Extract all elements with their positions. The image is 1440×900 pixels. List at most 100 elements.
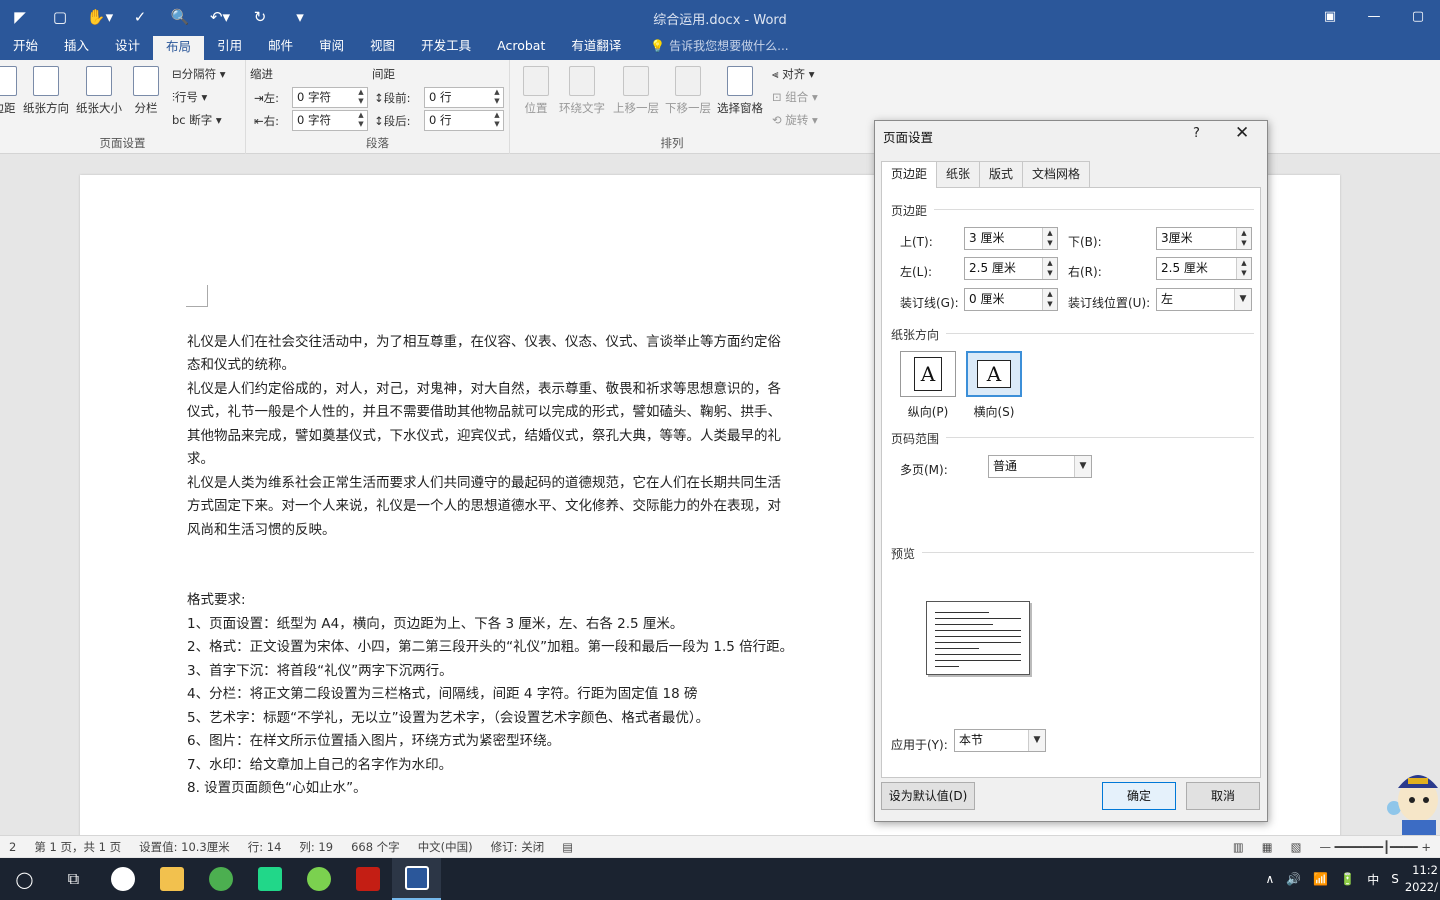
requirement-6[interactable]: 6、图片：在样文所示位置插入图片，环绕方式为紧密型环绕。 <box>187 730 560 754</box>
status-word-count[interactable]: 668 个字 <box>342 839 409 855</box>
macro-record-icon[interactable]: ▤ <box>553 840 582 854</box>
requirement-2[interactable]: 2、格式：正文设置为宋体、小四，第二第三段开头的“礼仪”加粗。第一段和最后一段为… <box>187 636 793 660</box>
spin-arrows-icon[interactable]: ▲ ▼ <box>1236 258 1251 279</box>
tab-layout-dialog[interactable]: 版式 <box>979 161 1024 187</box>
zoom-slider[interactable]: — ━━━━━━━┃━━━━ + <box>1310 840 1440 854</box>
status-page[interactable]: 第 1 页，共 1 页 <box>25 839 130 855</box>
status-line[interactable]: 行: 14 <box>239 839 291 855</box>
spin-arrows-icon[interactable]: ▲ ▼ <box>491 111 503 130</box>
requirement-5[interactable]: 5、艺术字：标题“不学礼，无以立”设置为艺术字，（会设置艺术字颜色、格式者最优）… <box>187 707 709 731</box>
network-icon[interactable]: 📶 <box>1307 872 1334 886</box>
sogou-icon[interactable]: S <box>1385 872 1405 886</box>
tab-references[interactable]: 引用 <box>204 34 255 60</box>
spin-arrows-icon[interactable]: ▲ ▼ <box>1236 228 1251 249</box>
tab-review[interactable]: 审阅 <box>306 34 357 60</box>
tab-document-grid[interactable]: 文档网格 <box>1022 161 1091 187</box>
tab-margins[interactable]: 页边距 <box>881 161 938 188</box>
indent-left-input[interactable]: 0 字符 ▲ ▼ <box>292 87 368 108</box>
status-column[interactable]: 列: 19 <box>290 839 342 855</box>
tab-design[interactable]: 设计 <box>102 34 153 60</box>
bring-forward-button[interactable]: 上移一层 <box>610 64 662 116</box>
file-explorer-icon[interactable] <box>147 858 196 900</box>
status-section[interactable]: 2 <box>0 840 25 854</box>
minimize-icon[interactable]: — <box>1352 0 1396 34</box>
tab-paper[interactable]: 纸张 <box>936 161 981 187</box>
maximize-icon[interactable]: ▢ <box>1396 0 1440 34</box>
ime-indicator[interactable]: 中 <box>1361 871 1385 888</box>
tab-youdao[interactable]: 有道翻译 <box>558 34 634 60</box>
selection-pane-button[interactable]: 选择窗格 <box>714 64 766 116</box>
bottom-margin-input[interactable]: 3厘米 ▲ ▼ <box>1156 227 1252 250</box>
spin-arrows-icon[interactable]: ▲ ▼ <box>1042 228 1057 249</box>
orientation-button[interactable]: 纸张方向 <box>20 64 72 116</box>
spin-arrows-icon[interactable]: ▲ ▼ <box>491 88 503 107</box>
pycharm-icon[interactable] <box>245 858 294 900</box>
spin-arrows-icon[interactable]: ▲ ▼ <box>355 111 367 130</box>
rotate-button[interactable]: ⟲ 旋转 ▾ <box>772 112 818 128</box>
requirement-8[interactable]: 8. 设置页面颜色“心如止水”。 <box>187 777 367 801</box>
battery-icon[interactable]: 🔋 <box>1334 872 1361 886</box>
print-layout-icon[interactable]: ▦ <box>1253 840 1282 854</box>
line-numbers-button[interactable]: ⫶行号 ▾ <box>172 89 207 105</box>
group-button[interactable]: ⊡ 组合 ▾ <box>772 89 818 105</box>
portrait-option[interactable]: A <box>900 351 956 397</box>
volume-icon[interactable]: 🔊 <box>1280 872 1307 886</box>
requirement-3[interactable]: 3、首字下沉：将首段“礼仪”两字下沉两行。 <box>187 660 453 684</box>
status-language[interactable]: 中文(中国) <box>409 839 482 855</box>
tab-home[interactable]: 开始 <box>0 34 51 60</box>
tab-layout[interactable]: 布局 <box>153 36 205 60</box>
cancel-button[interactable]: 取消 <box>1186 782 1260 810</box>
help-icon[interactable]: ? <box>1193 126 1200 141</box>
doc-line-3[interactable]: 礼仪是人们约定俗成的，对人，对己，对鬼神，对大自然，表示尊重、敬畏和祈求等思想意… <box>187 378 781 402</box>
tab-insert[interactable]: 插入 <box>51 34 102 60</box>
clock[interactable]: 11:2 2022/ <box>1405 862 1440 896</box>
spacing-after-input[interactable]: 0 行 ▲ ▼ <box>424 110 504 131</box>
status-position[interactable]: 设置值: 10.3厘米 <box>130 839 239 855</box>
chevron-down-icon[interactable]: ▼ <box>1028 730 1045 751</box>
ribbon-display-icon[interactable]: ▣ <box>1308 0 1352 34</box>
tab-developer[interactable]: 开发工具 <box>408 34 484 60</box>
wrap-text-button[interactable]: 环绕文字 <box>556 64 608 116</box>
tab-acrobat[interactable]: Acrobat <box>484 34 558 60</box>
status-track-changes[interactable]: 修订: 关闭 <box>482 839 554 855</box>
left-margin-input[interactable]: 2.5 厘米 ▲ ▼ <box>964 257 1058 280</box>
tell-me-input[interactable]: 💡 告诉我您想要做什么... <box>634 34 788 60</box>
word-icon[interactable] <box>392 858 441 900</box>
search-icon[interactable]: ◯ <box>0 858 49 900</box>
ok-button[interactable]: 确定 <box>1102 782 1176 810</box>
top-margin-input[interactable]: 3 厘米 ▲ ▼ <box>964 227 1058 250</box>
set-default-button[interactable]: 设为默认值(D) <box>881 782 975 810</box>
align-button[interactable]: ⫷ 对齐 ▾ <box>772 66 815 82</box>
doc-line-2[interactable]: 态和仪式的统称。 <box>187 354 295 378</box>
spin-arrows-icon[interactable]: ▲ ▼ <box>1042 258 1057 279</box>
tab-view[interactable]: 视图 <box>357 34 408 60</box>
doc-line-1[interactable]: 礼仪是人们在社会交往活动中，为了相互尊重，在仪容、仪表、仪态、仪式、言谈举止等方… <box>187 331 781 355</box>
tray-expand-icon[interactable]: ∧ <box>1260 872 1281 886</box>
indent-right-input[interactable]: 0 字符 ▲ ▼ <box>292 110 368 131</box>
spin-arrows-icon[interactable]: ▲ ▼ <box>355 88 367 107</box>
wechat-icon[interactable] <box>294 858 343 900</box>
send-backward-button[interactable]: 下移一层 <box>662 64 714 116</box>
acrobat-icon[interactable] <box>343 858 392 900</box>
requirement-4[interactable]: 4、分栏：将正文第二段设置为三栏格式，间隔线，间距 4 字符。行距为固定值 18… <box>187 683 698 707</box>
requirements-title[interactable]: 格式要求: <box>187 589 246 613</box>
app-pinwheel-icon[interactable] <box>98 858 147 900</box>
doc-line-8[interactable]: 方式固定下来。对一个人来说，礼仪是一个人的思想道德水平、文化修养、交际能力的外在… <box>187 495 781 519</box>
gutter-input[interactable]: 0 厘米 ▲ ▼ <box>964 288 1058 311</box>
doc-line-6[interactable]: 求。 <box>187 448 214 472</box>
multiple-pages-select[interactable]: 普通 ▼ <box>988 455 1092 478</box>
spacing-before-input[interactable]: 0 行 ▲ ▼ <box>424 87 504 108</box>
hyphenation-button[interactable]: bc 断字 ▾ <box>172 112 222 128</box>
breaks-button[interactable]: ⊟分隔符 ▾ <box>172 66 226 82</box>
position-button[interactable]: 位置 <box>510 64 562 116</box>
doc-line-5[interactable]: 其他物品来完成，譬如奠基仪式，下水仪式，迎宾仪式，结婚仪式，祭孔大典，等等。人类… <box>187 425 781 449</box>
browser-icon[interactable] <box>196 858 245 900</box>
tab-mailings[interactable]: 邮件 <box>255 34 306 60</box>
chevron-down-icon[interactable]: ▼ <box>1234 289 1251 310</box>
requirement-7[interactable]: 7、水印：给文章加上自己的名字作为水印。 <box>187 754 452 778</box>
doc-line-9[interactable]: 风尚和生活习惯的反映。 <box>187 519 336 543</box>
size-button[interactable]: 纸张大小 <box>73 64 125 116</box>
read-mode-icon[interactable]: ▥ <box>1224 840 1253 854</box>
landscape-option[interactable]: A <box>966 351 1022 397</box>
task-view-icon[interactable]: ⧉ <box>49 858 98 900</box>
